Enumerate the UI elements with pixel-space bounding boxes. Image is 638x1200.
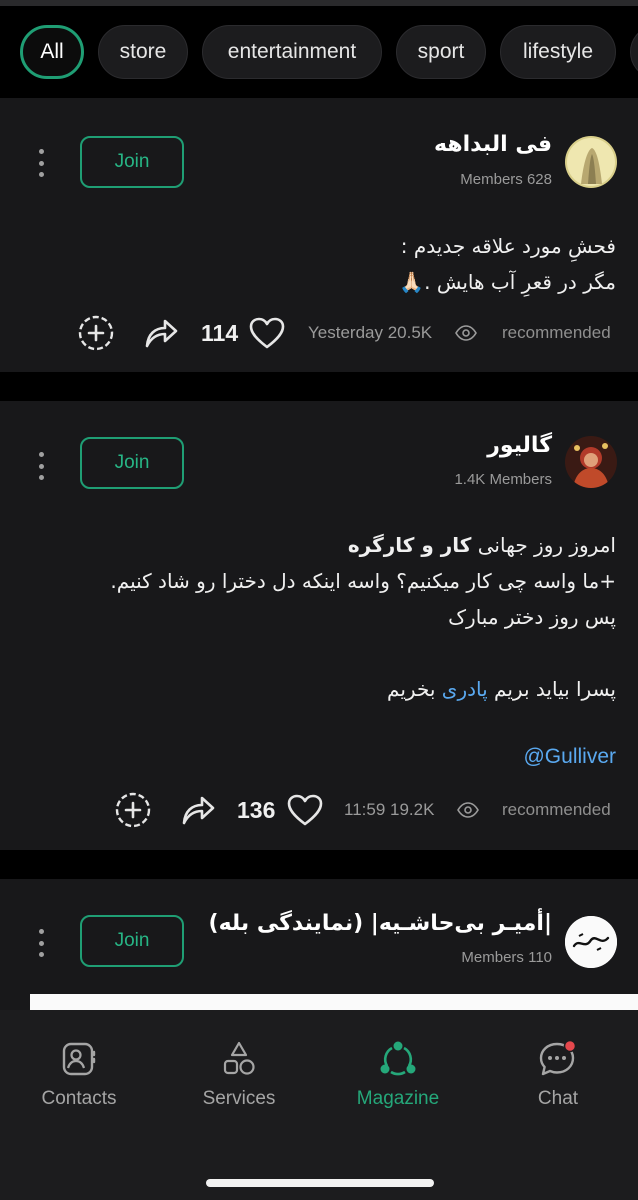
recommended-label: recommended: [502, 800, 611, 819]
more-options-icon[interactable]: [30, 146, 52, 180]
views-icon: [457, 790, 479, 830]
category-chip-all[interactable]: All: [20, 25, 84, 79]
members-count: Members 110: [461, 949, 552, 966]
heart-icon[interactable]: [249, 313, 285, 353]
members-count: 1.4K Members: [454, 471, 552, 488]
join-button[interactable]: Join: [80, 915, 184, 967]
post-meta: 11:59 19.2K: [344, 800, 435, 819]
add-reaction-icon[interactable]: [78, 313, 114, 353]
post-card: Join گالیور 1.4K Members امروز روز جهانی…: [0, 401, 638, 850]
channel-name[interactable]: گالیور: [487, 433, 552, 458]
avatar[interactable]: [565, 916, 617, 968]
bottom-navigation: Contacts Services Magazine Chat: [0, 1010, 638, 1200]
recommended-label: recommended: [502, 323, 611, 342]
nav-chat[interactable]: Chat: [498, 1040, 618, 1110]
category-chip-store[interactable]: store: [98, 25, 188, 79]
post-media-preview: [30, 994, 638, 1010]
category-chip-entertainment[interactable]: entertainment: [202, 25, 382, 79]
like-count: 136: [237, 796, 276, 823]
views-icon: [455, 313, 477, 353]
chat-icon: [539, 1040, 577, 1076]
category-chip-more[interactable]: [630, 25, 638, 79]
mention-link[interactable]: @Gulliver: [523, 745, 616, 769]
post-text: امروز روز جهانی کار و کارگره +ما واسه چی…: [110, 533, 616, 701]
services-icon: [223, 1041, 255, 1075]
post-text: فحشِ مورد علاقه جدیدم : مگر در قعرِ آب ه…: [399, 234, 616, 294]
avatar[interactable]: [565, 436, 617, 488]
home-indicator[interactable]: [206, 1179, 434, 1187]
category-chip-lifestyle[interactable]: lifestyle: [500, 25, 616, 79]
join-button[interactable]: Join: [80, 437, 184, 489]
hashtag-link[interactable]: پادری: [442, 677, 488, 701]
channel-name[interactable]: |أمیـر بی‌حاشـیه| (نمایندگی بله): [209, 911, 552, 936]
post-card: Join |أمیـر بی‌حاشـیه| (نمایندگی بله) Me…: [0, 879, 638, 1010]
more-options-icon[interactable]: [30, 926, 52, 960]
share-icon[interactable]: [143, 313, 179, 353]
post-meta: Yesterday 20.5K: [308, 323, 433, 342]
avatar[interactable]: [565, 136, 617, 188]
add-reaction-icon[interactable]: [115, 790, 151, 830]
nav-contacts[interactable]: Contacts: [19, 1040, 139, 1110]
contacts-icon: [62, 1042, 96, 1076]
category-chip-sport[interactable]: sport: [396, 25, 486, 79]
like-count: 114: [201, 319, 239, 346]
post-footer: 136 11:59 19.2K recommended: [0, 790, 638, 830]
nav-magazine[interactable]: Magazine: [338, 1040, 458, 1110]
more-options-icon[interactable]: [30, 449, 52, 483]
magazine-icon: [380, 1041, 416, 1076]
share-icon[interactable]: [180, 790, 216, 830]
join-button[interactable]: Join: [80, 136, 184, 188]
post-footer: 114 Yesterday 20.5K recommended: [0, 313, 638, 353]
post-card: Join فی البداهه Members 628 فحشِ مورد عل…: [0, 98, 638, 372]
nav-services[interactable]: Services: [179, 1040, 299, 1110]
channel-name[interactable]: فی البداهه: [434, 132, 552, 157]
category-tabs: All store entertainment sport lifestyle: [0, 6, 638, 98]
heart-icon[interactable]: [287, 790, 323, 830]
members-count: Members 628: [460, 171, 552, 188]
